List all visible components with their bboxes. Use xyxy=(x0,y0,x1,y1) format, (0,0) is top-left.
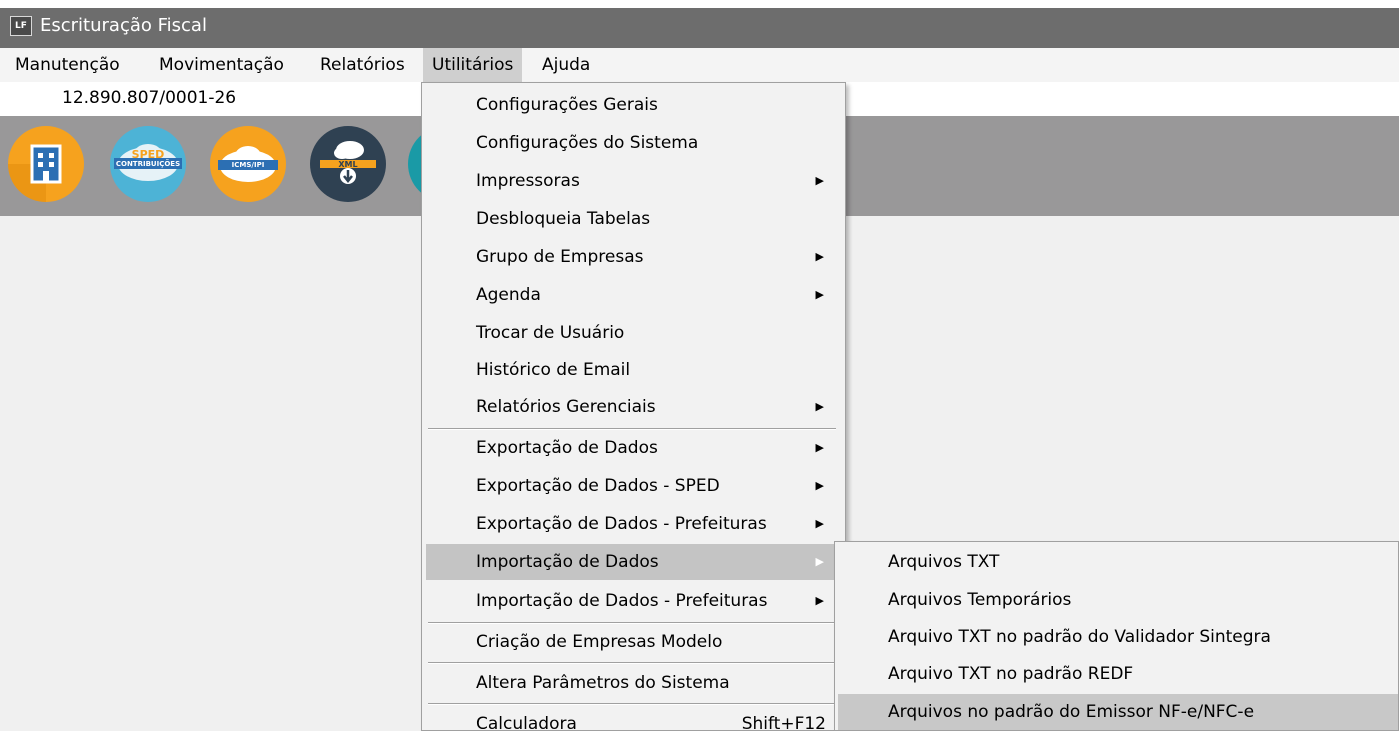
title-bar: LF Escrituração Fiscal xyxy=(0,0,1399,48)
submenu-arrow-icon: ▶ xyxy=(815,400,824,413)
submenu-arrow-icon: ▶ xyxy=(815,594,824,607)
submenu-arrow-icon: ▶ xyxy=(815,250,824,263)
contribuicoes-label: CONTRIBUIÇÕES xyxy=(115,160,181,168)
menu-item-label: Exportação de Dados - Prefeituras xyxy=(476,514,767,534)
menu-movimentacao[interactable]: Movimentação xyxy=(150,48,293,82)
submenu-item-label: Arquivos TXT xyxy=(888,552,1000,572)
menu-item-label: Relatórios Gerenciais xyxy=(476,397,656,417)
submenu-arrow-icon: ▶ xyxy=(815,517,824,530)
menu-item-label: Calculadora xyxy=(476,714,577,731)
window-title: Escrituração Fiscal xyxy=(40,15,207,36)
xml-label: XML xyxy=(338,160,358,169)
menu-item-shortcut: Shift+F12 xyxy=(741,714,826,731)
menu-item-altera-parametros[interactable]: Altera Parâmetros do Sistema xyxy=(426,665,840,701)
submenu-arrow-icon: ▶ xyxy=(815,555,824,568)
menu-relatorios[interactable]: Relatórios xyxy=(311,48,414,82)
menu-item-label: Configurações Gerais xyxy=(476,95,658,115)
menu-item-importacao-prefeituras[interactable]: Importação de Dados - Prefeituras ▶ xyxy=(426,583,840,619)
menu-item-label: Trocar de Usuário xyxy=(476,323,625,343)
submenu-item-txt-sintegra[interactable]: Arquivo TXT no padrão do Validador Sinte… xyxy=(838,619,1398,655)
submenu-arrow-icon: ▶ xyxy=(815,479,824,492)
menu-item-grupo-empresas[interactable]: Grupo de Empresas ▶ xyxy=(426,239,840,275)
menu-item-exportacao-dados[interactable]: Exportação de Dados ▶ xyxy=(426,430,840,466)
menu-item-label: Histórico de Email xyxy=(476,360,631,380)
menu-separator xyxy=(428,703,836,705)
icms-ipi-icon[interactable]: ICMS/IPI xyxy=(210,126,286,202)
menu-item-label: Criação de Empresas Modelo xyxy=(476,632,723,652)
menu-item-configuracoes-gerais[interactable]: Configurações Gerais xyxy=(426,87,840,123)
menu-item-label: Agenda xyxy=(476,285,541,305)
menu-item-trocar-usuario[interactable]: Trocar de Usuário xyxy=(426,315,840,351)
submenu-arrow-icon: ▶ xyxy=(815,174,824,187)
empresa-icon[interactable] xyxy=(8,126,84,202)
menu-item-label: Exportação de Dados - SPED xyxy=(476,476,720,496)
menu-ajuda[interactable]: Ajuda xyxy=(533,48,599,82)
menu-separator xyxy=(428,662,836,664)
submenu-item-label: Arquivo TXT no padrão REDF xyxy=(888,664,1134,684)
submenu-arrow-icon: ▶ xyxy=(815,288,824,301)
menu-bar: Manutenção Movimentação Relatórios Utili… xyxy=(0,48,1399,82)
submenu-item-label: Arquivos Temporários xyxy=(888,590,1072,610)
menu-item-label: Grupo de Empresas xyxy=(476,247,644,267)
menu-manutencao[interactable]: Manutenção xyxy=(6,48,129,82)
submenu-item-label: Arquivos no padrão do Emissor NF-e/NFC-e xyxy=(888,702,1255,722)
menu-item-label: Configurações do Sistema xyxy=(476,133,699,153)
menu-item-label: Importação de Dados - Prefeituras xyxy=(476,591,768,611)
title-bar-background xyxy=(0,8,1399,48)
submenu-item-label: Arquivo TXT no padrão do Validador Sinte… xyxy=(888,627,1271,647)
menu-item-desbloqueia-tabelas[interactable]: Desbloqueia Tabelas xyxy=(426,201,840,237)
menu-item-label: Desbloqueia Tabelas xyxy=(476,209,651,229)
utilitarios-menu: Configurações Gerais Configurações do Si… xyxy=(421,82,846,731)
submenu-item-arquivos-temporarios[interactable]: Arquivos Temporários xyxy=(838,582,1398,618)
menu-item-configuracoes-sistema[interactable]: Configurações do Sistema xyxy=(426,125,840,161)
menu-item-agenda[interactable]: Agenda ▶ xyxy=(426,277,840,313)
menu-item-historico-email[interactable]: Histórico de Email xyxy=(426,352,840,388)
menu-item-impressoras[interactable]: Impressoras ▶ xyxy=(426,163,840,199)
sped-contribuicoes-icon[interactable]: SPED CONTRIBUIÇÕES xyxy=(110,126,186,202)
menu-item-exportacao-sped[interactable]: Exportação de Dados - SPED ▶ xyxy=(426,468,840,504)
menu-item-label: Impressoras xyxy=(476,171,580,191)
menu-item-calculadora[interactable]: Calculadora Shift+F12 xyxy=(426,706,840,731)
submenu-arrow-icon: ▶ xyxy=(815,441,824,454)
app-icon: LF xyxy=(10,16,32,36)
submenu-item-emissor-nfe[interactable]: Arquivos no padrão do Emissor NF-e/NFC-e xyxy=(838,694,1398,730)
menu-item-label: Altera Parâmetros do Sistema xyxy=(476,673,730,693)
menu-utilitarios[interactable]: Utilitários xyxy=(423,48,523,82)
menu-item-label: Exportação de Dados xyxy=(476,438,658,458)
menu-item-label: Importação de Dados xyxy=(476,552,659,572)
xml-icon[interactable]: XML xyxy=(310,126,386,202)
importacao-submenu: Arquivos TXT Arquivos Temporários Arquiv… xyxy=(834,541,1399,731)
menu-item-exportacao-prefeituras[interactable]: Exportação de Dados - Prefeituras ▶ xyxy=(426,506,840,542)
building-icon xyxy=(8,144,62,202)
company-cnpj: 12.890.807/0001-26 xyxy=(62,88,237,108)
menu-item-relatorios-gerenciais[interactable]: Relatórios Gerenciais ▶ xyxy=(426,389,840,425)
icms-ipi-label: ICMS/IPI xyxy=(231,161,265,169)
menu-item-importacao-dados[interactable]: Importação de Dados ▶ xyxy=(426,544,840,580)
menu-item-criacao-empresas-modelo[interactable]: Criação de Empresas Modelo xyxy=(426,624,840,660)
submenu-item-txt-redf[interactable]: Arquivo TXT no padrão REDF xyxy=(838,656,1398,692)
submenu-item-arquivos-txt[interactable]: Arquivos TXT xyxy=(838,544,1398,580)
